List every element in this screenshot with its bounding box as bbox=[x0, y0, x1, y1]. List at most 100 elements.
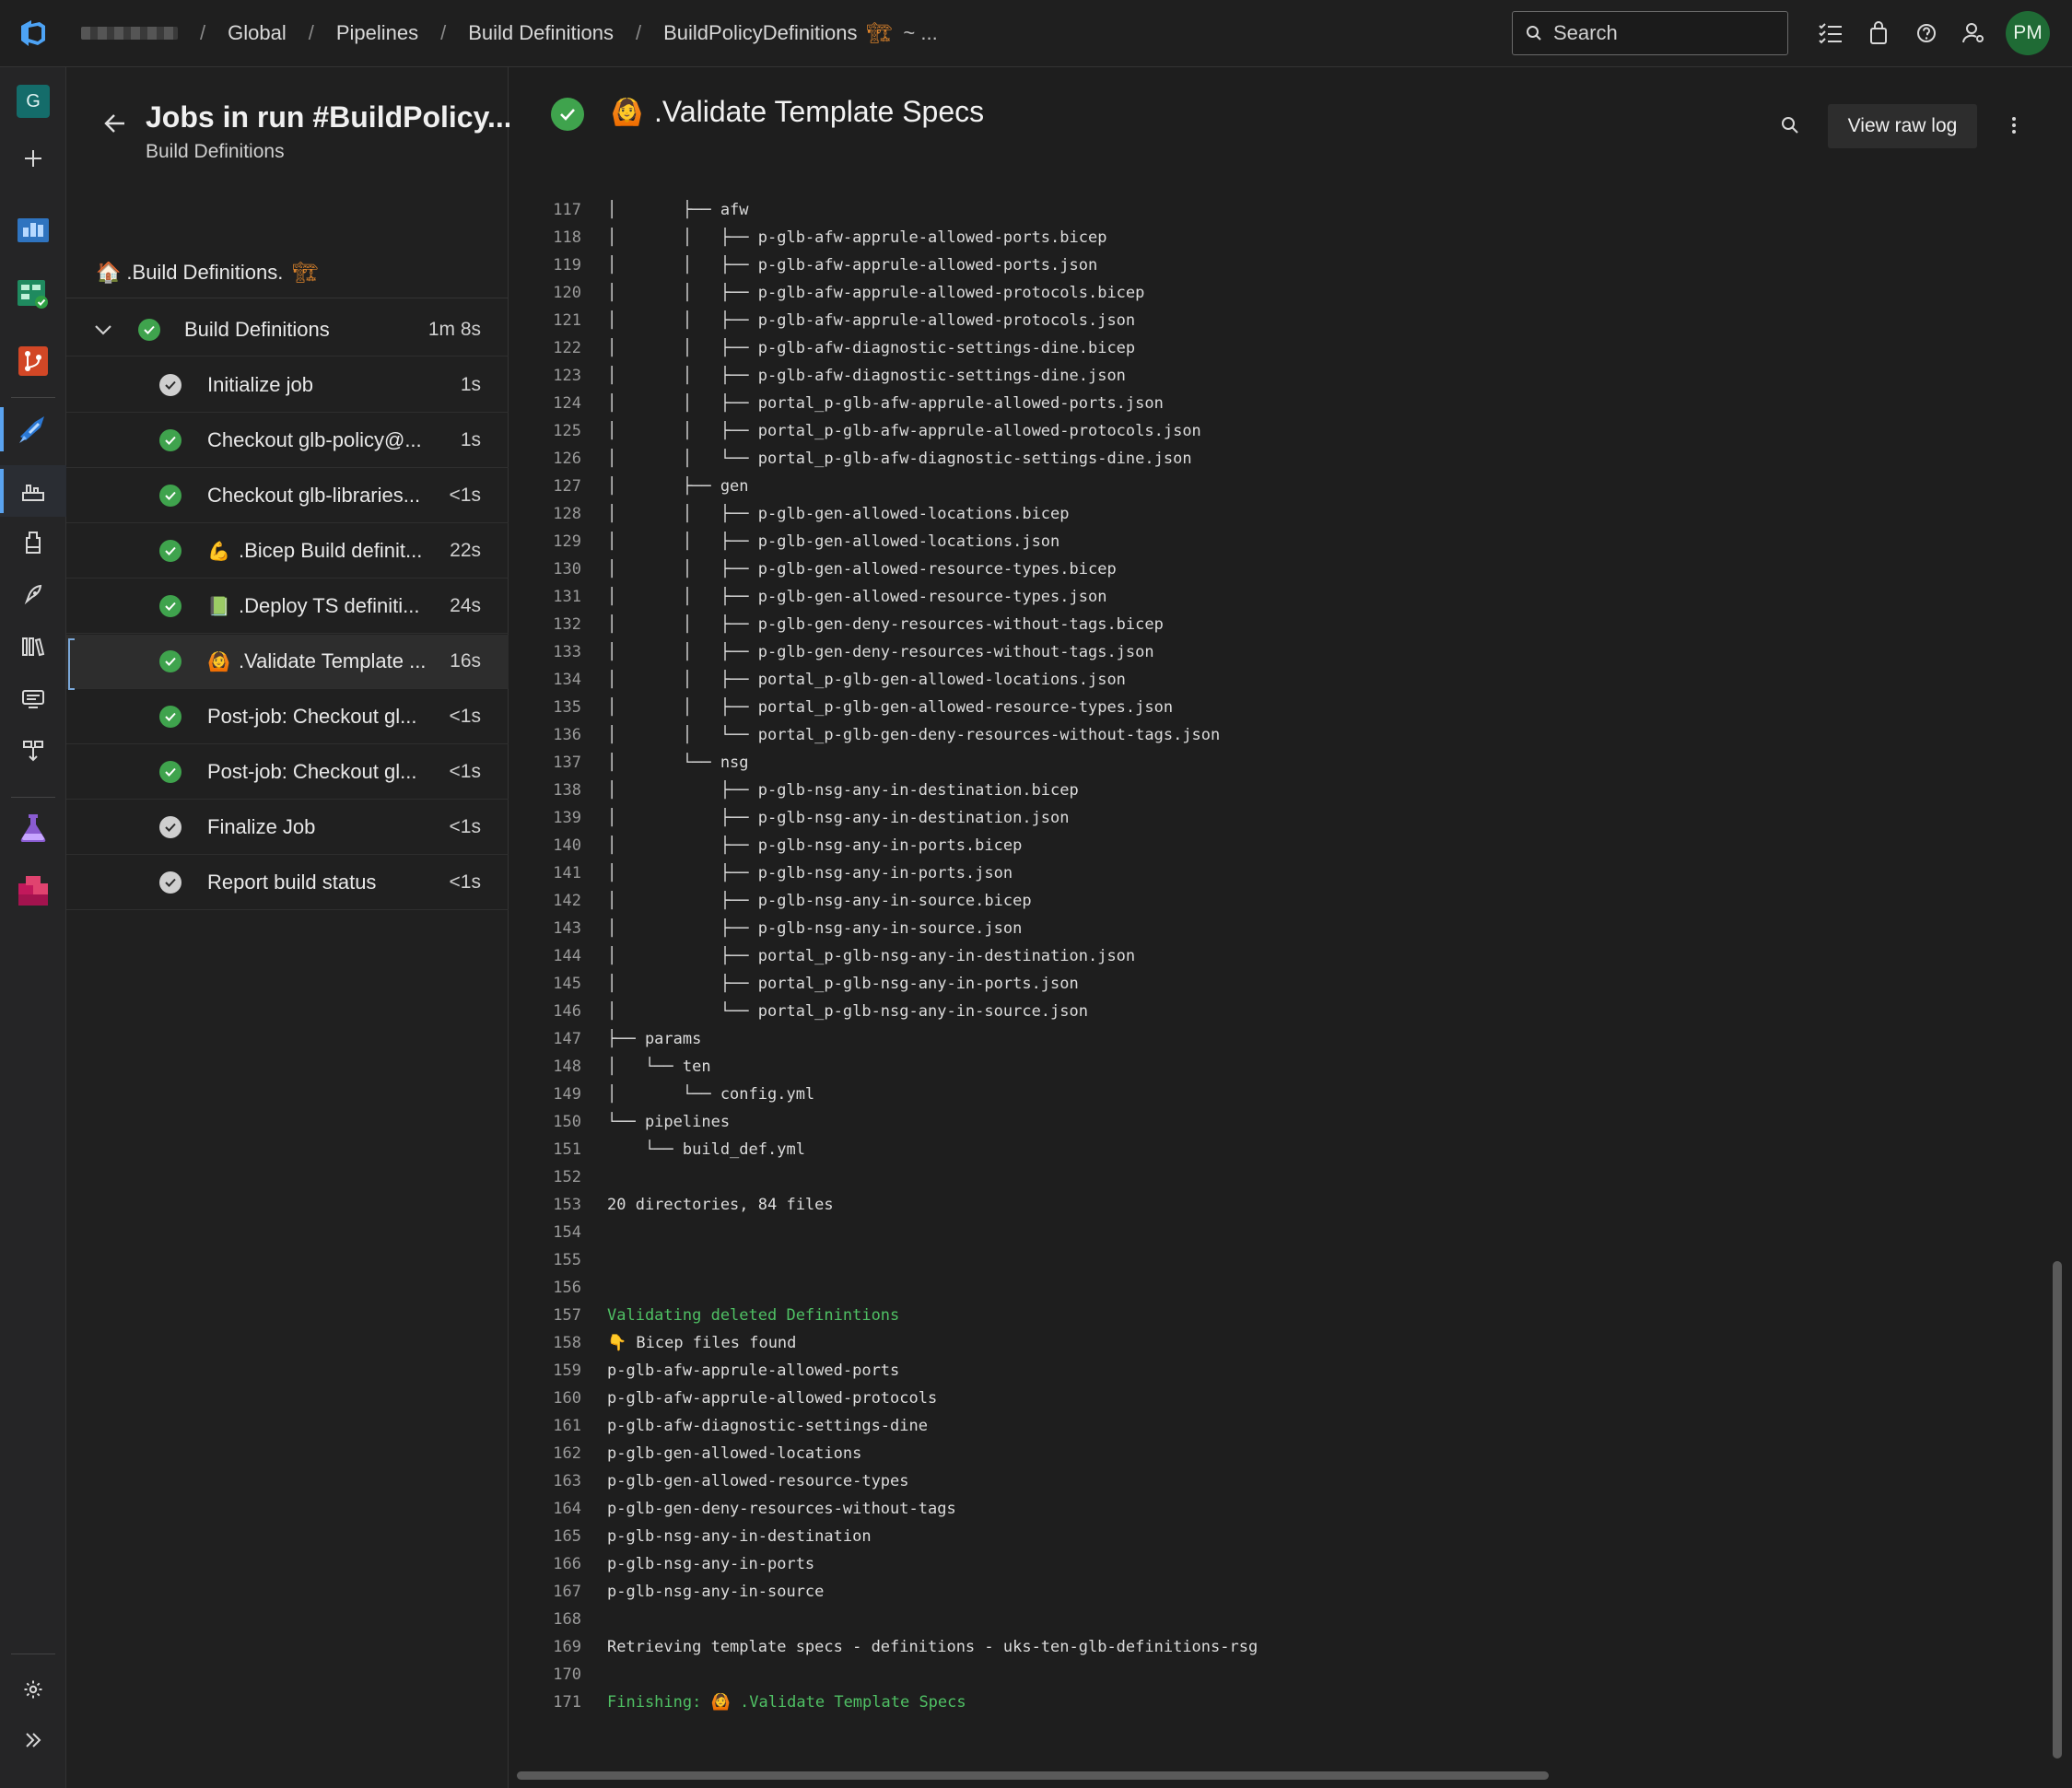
line-number[interactable]: 139 bbox=[509, 804, 581, 832]
breadcrumb-more[interactable]: ~ ... bbox=[903, 21, 937, 45]
line-number[interactable]: 159 bbox=[509, 1357, 581, 1385]
line-number[interactable]: 125 bbox=[509, 417, 581, 445]
line-number[interactable]: 146 bbox=[509, 998, 581, 1025]
line-number[interactable]: 160 bbox=[509, 1385, 581, 1412]
rail-artifacts[interactable] bbox=[0, 865, 66, 917]
user-settings-icon[interactable] bbox=[1959, 15, 1990, 52]
line-number[interactable]: 136 bbox=[509, 721, 581, 749]
help-icon[interactable] bbox=[1911, 15, 1942, 52]
step-row[interactable]: Post-job: Checkout gl... <1s bbox=[66, 745, 509, 800]
rail-repos[interactable] bbox=[0, 335, 66, 387]
azure-devops-logo-icon[interactable] bbox=[0, 0, 66, 67]
task-list-icon[interactable] bbox=[1815, 15, 1846, 52]
line-number[interactable]: 161 bbox=[509, 1412, 581, 1440]
line-number[interactable]: 149 bbox=[509, 1081, 581, 1108]
line-number[interactable]: 163 bbox=[509, 1467, 581, 1495]
line-number[interactable]: 156 bbox=[509, 1274, 581, 1302]
organization-name-redacted[interactable] bbox=[81, 27, 178, 40]
breadcrumb-project[interactable]: Global bbox=[228, 21, 287, 45]
project-switcher[interactable]: G bbox=[0, 76, 66, 127]
step-row[interactable]: Checkout glb-libraries... <1s bbox=[66, 469, 509, 523]
line-number[interactable]: 171 bbox=[509, 1689, 581, 1716]
line-number[interactable]: 143 bbox=[509, 915, 581, 942]
new-item-button[interactable] bbox=[0, 133, 66, 184]
line-number[interactable]: 120 bbox=[509, 279, 581, 307]
line-number[interactable]: 117 bbox=[509, 196, 581, 224]
step-row[interactable]: 💪 .Bicep Build definit... 22s bbox=[66, 524, 509, 578]
search-input[interactable] bbox=[1553, 21, 1774, 45]
line-number[interactable]: 164 bbox=[509, 1495, 581, 1523]
line-number[interactable]: 140 bbox=[509, 832, 581, 859]
step-row[interactable]: 📗 .Deploy TS definiti... 24s bbox=[66, 579, 509, 634]
rail-releases[interactable] bbox=[0, 569, 66, 621]
line-number[interactable]: 169 bbox=[509, 1633, 581, 1661]
line-number[interactable]: 137 bbox=[509, 749, 581, 777]
horizontal-scrollbar[interactable] bbox=[517, 1771, 1549, 1780]
step-row[interactable]: Checkout glb-policy@... 1s bbox=[66, 414, 509, 468]
line-number[interactable]: 132 bbox=[509, 611, 581, 638]
marketplace-bag-icon[interactable] bbox=[1863, 15, 1894, 52]
breadcrumb-folder[interactable]: Build Definitions bbox=[468, 21, 614, 45]
rail-boards[interactable] bbox=[0, 268, 66, 320]
rail-pipelines[interactable] bbox=[0, 403, 66, 455]
line-number[interactable]: 126 bbox=[509, 445, 581, 473]
step-row[interactable]: Report build status <1s bbox=[66, 856, 509, 910]
expand-nav-button[interactable] bbox=[0, 1714, 66, 1766]
more-options-icon[interactable] bbox=[2000, 111, 2028, 139]
step-row[interactable]: Post-job: Checkout gl... <1s bbox=[66, 690, 509, 744]
rail-pipelines-runs[interactable] bbox=[0, 465, 66, 517]
line-number[interactable]: 155 bbox=[509, 1246, 581, 1274]
line-number[interactable]: 167 bbox=[509, 1578, 581, 1606]
project-settings-button[interactable] bbox=[0, 1664, 66, 1715]
line-number[interactable]: 128 bbox=[509, 500, 581, 528]
line-number[interactable]: 158 bbox=[509, 1329, 581, 1357]
line-number[interactable]: 153 bbox=[509, 1191, 581, 1219]
line-number[interactable]: 123 bbox=[509, 362, 581, 390]
line-number[interactable]: 147 bbox=[509, 1025, 581, 1053]
rail-deployment-groups[interactable] bbox=[0, 725, 66, 777]
log-search-icon[interactable] bbox=[1776, 111, 1804, 139]
chevron-down-icon[interactable] bbox=[94, 318, 112, 342]
rail-test-plans[interactable] bbox=[0, 801, 66, 853]
line-number[interactable]: 118 bbox=[509, 224, 581, 251]
breadcrumb-pipelines[interactable]: Pipelines bbox=[336, 21, 418, 45]
line-number[interactable]: 135 bbox=[509, 694, 581, 721]
line-number[interactable]: 150 bbox=[509, 1108, 581, 1136]
line-number[interactable]: 121 bbox=[509, 307, 581, 334]
line-number[interactable]: 129 bbox=[509, 528, 581, 555]
line-number[interactable]: 154 bbox=[509, 1219, 581, 1246]
line-number[interactable]: 124 bbox=[509, 390, 581, 417]
line-number[interactable]: 151 bbox=[509, 1136, 581, 1163]
line-number[interactable]: 162 bbox=[509, 1440, 581, 1467]
line-number[interactable]: 131 bbox=[509, 583, 581, 611]
line-number[interactable]: 166 bbox=[509, 1550, 581, 1578]
line-number[interactable]: 119 bbox=[509, 251, 581, 279]
line-number[interactable]: 165 bbox=[509, 1523, 581, 1550]
vertical-scrollbar[interactable] bbox=[2053, 1261, 2062, 1759]
line-number[interactable]: 122 bbox=[509, 334, 581, 362]
view-raw-log-button[interactable]: View raw log bbox=[1828, 104, 1977, 148]
job-build-definitions[interactable]: Build Definitions 1m 8s bbox=[66, 303, 509, 356]
line-number[interactable]: 152 bbox=[509, 1163, 581, 1191]
step-row[interactable]: Initialize job 1s bbox=[66, 358, 509, 413]
user-avatar[interactable]: PM bbox=[2006, 11, 2050, 55]
step-row[interactable]: 🙆 .Validate Template ... 16s bbox=[66, 635, 509, 690]
breadcrumb-pipeline[interactable]: BuildPolicyDefinitions bbox=[663, 21, 857, 45]
line-number[interactable]: 141 bbox=[509, 859, 581, 887]
line-number[interactable]: 138 bbox=[509, 777, 581, 804]
line-number[interactable]: 127 bbox=[509, 473, 581, 500]
rail-library[interactable] bbox=[0, 621, 66, 672]
line-number[interactable]: 134 bbox=[509, 666, 581, 694]
rail-environments[interactable] bbox=[0, 517, 66, 568]
step-row[interactable]: Finalize Job <1s bbox=[66, 801, 509, 855]
stage-header[interactable]: 🏠 .Build Definitions. 🏗 bbox=[66, 247, 509, 298]
line-number[interactable]: 142 bbox=[509, 887, 581, 915]
line-number[interactable]: 133 bbox=[509, 638, 581, 666]
line-number[interactable]: 157 bbox=[509, 1302, 581, 1329]
line-number[interactable]: 168 bbox=[509, 1606, 581, 1633]
rail-overview[interactable] bbox=[0, 203, 66, 254]
line-number[interactable]: 148 bbox=[509, 1053, 581, 1081]
search-box[interactable] bbox=[1512, 11, 1788, 55]
line-number[interactable]: 170 bbox=[509, 1661, 581, 1689]
line-number[interactable]: 130 bbox=[509, 555, 581, 583]
